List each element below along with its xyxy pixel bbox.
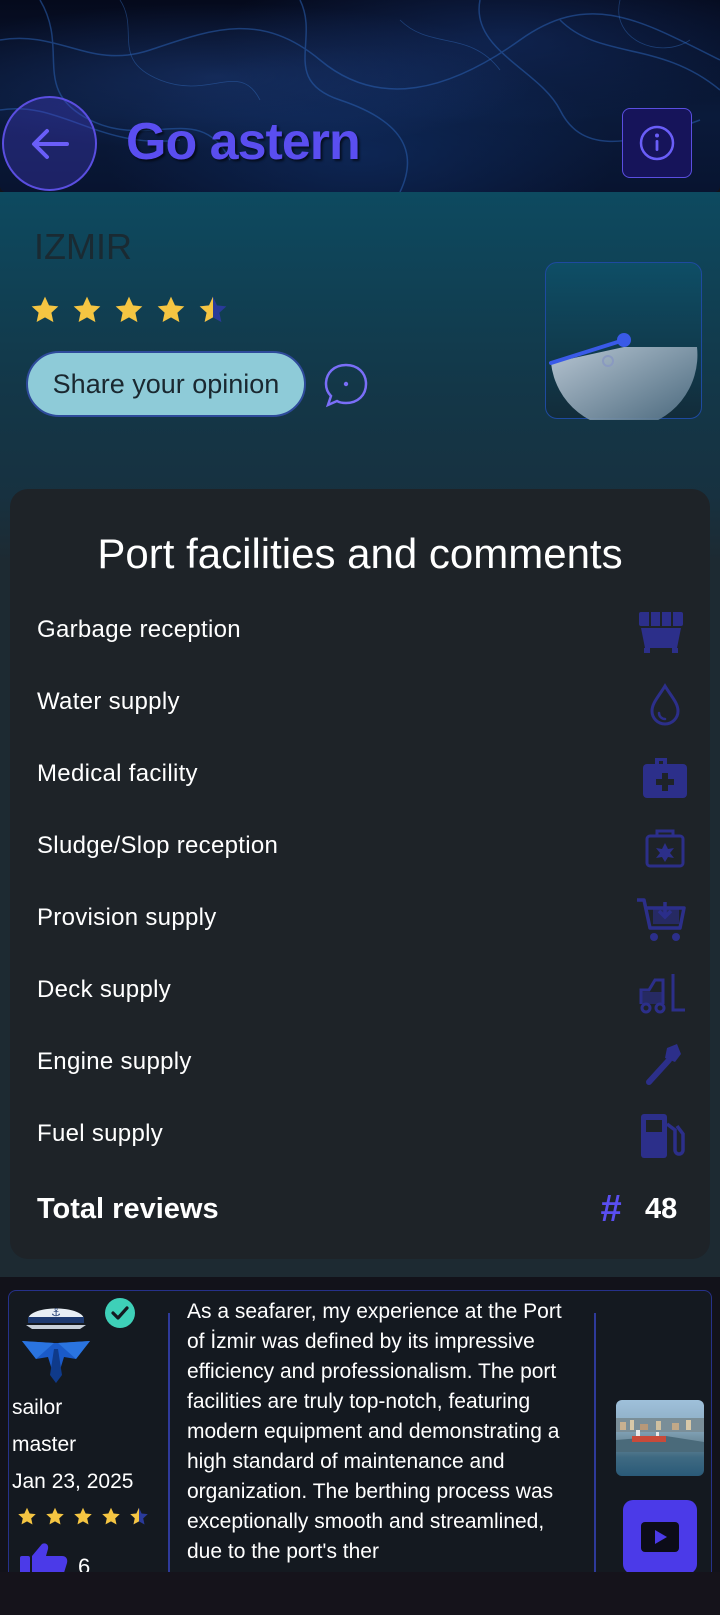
water-drop-icon	[650, 683, 680, 726]
star-icon	[74, 1507, 92, 1525]
divider	[594, 1313, 596, 1575]
half-star-icon	[199, 296, 227, 323]
sailor-avatar-icon: ⚓	[22, 1306, 90, 1383]
facility-label: Provision supply	[37, 904, 217, 931]
reviewer-rank: master	[12, 1433, 77, 1456]
share-opinion-button[interactable]: Share your opinion	[26, 351, 306, 417]
page-title: Go astern	[126, 113, 361, 171]
bottom-bar	[0, 1572, 720, 1615]
port-name: IZMIR	[34, 226, 132, 267]
facilities-title: Port facilities and comments	[97, 530, 623, 577]
star-icon	[46, 1507, 64, 1525]
total-reviews-count: 48	[645, 1193, 678, 1225]
facility-provision-supply[interactable]: Provision supply	[37, 896, 687, 944]
review-rating	[16, 1506, 150, 1527]
facility-engine-supply[interactable]: Engine supply	[37, 1040, 687, 1088]
wrench-icon	[646, 1044, 681, 1085]
port-photo-thumbnail[interactable]	[616, 1400, 704, 1476]
verified-icon	[105, 1298, 135, 1328]
chat-bubble-icon[interactable]	[322, 361, 370, 409]
svg-text:⚓: ⚓	[51, 1306, 61, 1319]
facility-medical[interactable]: Medical facility	[37, 752, 687, 800]
star-icon	[115, 296, 143, 323]
facility-sludge-slop[interactable]: Sludge/Slop reception	[37, 824, 687, 872]
star-icon	[73, 296, 101, 323]
star-icon	[31, 296, 59, 323]
port-photo-image	[616, 1418, 704, 1452]
review-date: Jan 23, 2025	[12, 1470, 134, 1493]
facility-label: Water supply	[37, 688, 180, 715]
facility-label: Garbage reception	[37, 616, 241, 643]
dumpster-icon	[639, 612, 683, 653]
review-text: As a seafarer, my experience at the Port…	[187, 1300, 562, 1563]
medical-kit-icon	[643, 758, 687, 798]
facility-label: Engine supply	[37, 1048, 192, 1075]
port-rating	[28, 294, 230, 326]
facility-label: Medical facility	[37, 760, 198, 787]
facility-fuel-supply[interactable]: Fuel supply	[37, 1112, 687, 1160]
forklift-icon	[639, 974, 685, 1014]
half-star-icon	[130, 1507, 148, 1525]
fuel-pump-icon	[641, 1114, 685, 1158]
info-button[interactable]	[622, 108, 692, 178]
hash-icon: #	[600, 1188, 622, 1230]
gauge-icon	[549, 333, 698, 429]
facility-label: Sludge/Slop reception	[37, 832, 279, 859]
play-video-button[interactable]	[623, 1500, 697, 1574]
star-icon	[102, 1507, 120, 1525]
gauge-card	[545, 262, 702, 429]
oil-tank-icon	[645, 829, 685, 868]
facility-deck-supply[interactable]: Deck supply	[37, 968, 687, 1016]
divider	[168, 1313, 170, 1575]
facility-label: Fuel supply	[37, 1120, 164, 1147]
facility-water-supply[interactable]: Water supply	[37, 680, 687, 728]
play-icon	[641, 1522, 679, 1552]
star-icon	[18, 1507, 36, 1525]
back-button[interactable]	[2, 96, 97, 191]
facility-label: Deck supply	[37, 976, 172, 1003]
header	[0, 0, 720, 192]
total-reviews-label: Total reviews	[37, 1193, 219, 1225]
arrow-left-icon	[31, 128, 69, 159]
marble-background	[0, 0, 720, 192]
star-icon	[157, 296, 185, 323]
facility-garbage-reception[interactable]: Garbage reception	[37, 608, 687, 656]
cart-icon	[637, 898, 686, 941]
reviewer-role: sailor	[12, 1396, 63, 1419]
info-circle-icon	[639, 125, 675, 161]
